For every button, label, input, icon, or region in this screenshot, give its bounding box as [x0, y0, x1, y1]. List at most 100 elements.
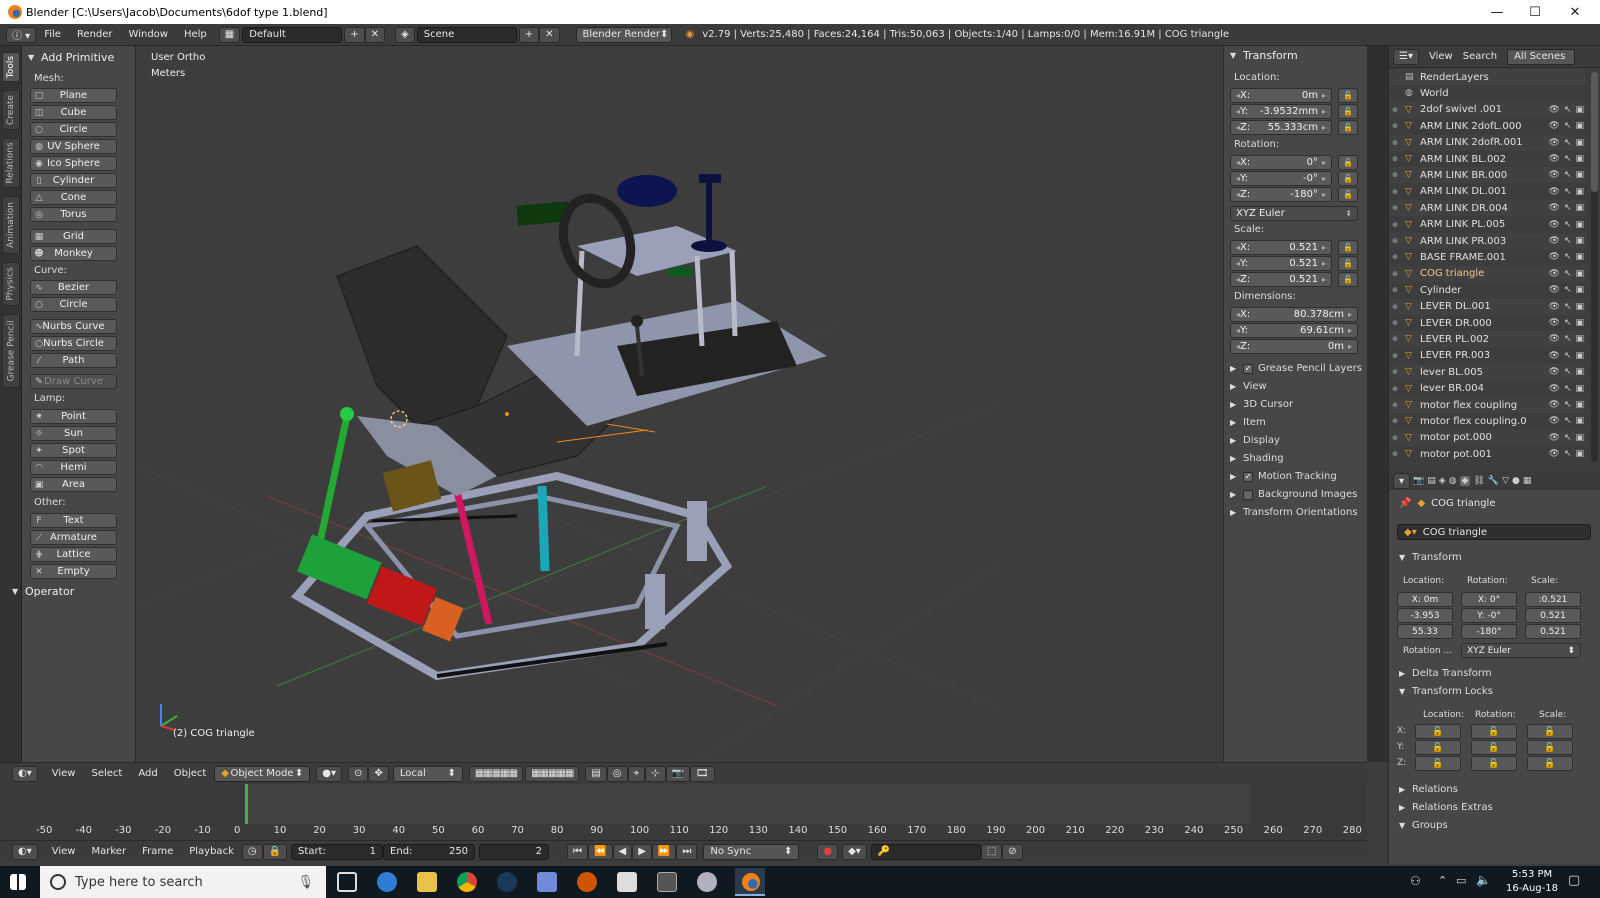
selectability-cursor-icon[interactable]: ↖ [1564, 449, 1572, 459]
add-ico-sphere-button[interactable]: ◉ Ico Sphere [30, 156, 117, 171]
editor-type-button[interactable]: ⓘ ▾ [6, 26, 37, 43]
add-nurbs-curve-button[interactable]: ∿ Nurbs Curve [30, 319, 117, 334]
render-camera-icon[interactable]: ▣ [1575, 400, 1584, 410]
visibility-eye-icon[interactable]: 👁 [1549, 187, 1560, 197]
viewport-object-menu[interactable]: Object [166, 768, 215, 779]
remove-scene-icon[interactable]: ✕ [539, 26, 560, 43]
timeline-frame-menu[interactable]: Frame [134, 846, 181, 857]
visibility-eye-icon[interactable]: 👁 [1549, 400, 1560, 410]
view-panel[interactable]: ▶ View [1230, 381, 1267, 392]
lock-loc-x-icon[interactable]: 🔓 [1415, 724, 1461, 739]
render-camera-icon[interactable]: ▣ [1575, 138, 1584, 148]
display-panel[interactable]: ▶ Display [1230, 435, 1280, 446]
edge-icon[interactable] [377, 872, 397, 892]
visibility-eye-icon[interactable]: 👁 [1549, 334, 1560, 344]
menu-help[interactable]: Help [176, 29, 215, 40]
expand-icon[interactable]: ⊕ [1389, 401, 1401, 409]
render-camera-icon[interactable]: ▣ [1575, 105, 1584, 115]
outliner-row[interactable]: ▤ RenderLayers [1389, 69, 1586, 85]
visibility-eye-icon[interactable]: 👁 [1549, 351, 1560, 361]
add-lattice-button[interactable]: ⋕ Lattice [30, 547, 117, 562]
add-curve-circle-button[interactable]: ○ Circle [30, 297, 117, 312]
discord-icon[interactable] [537, 872, 557, 892]
rotation-x-lock-icon[interactable]: 🔓 [1338, 155, 1358, 170]
add-uv-sphere-button[interactable]: ◍ UV Sphere [30, 139, 117, 154]
props-transform-header[interactable]: ▼ Transform [1399, 552, 1462, 563]
selectability-cursor-icon[interactable]: ↖ [1564, 416, 1572, 426]
add-cylinder-button[interactable]: ▯ Cylinder [30, 173, 117, 188]
outliner-row[interactable]: ⊕ ▽ ARM LINK 2dofR.001 👁 ↖ ▣ [1389, 134, 1586, 151]
task-view-icon[interactable] [337, 872, 357, 892]
render-camera-icon[interactable]: ▣ [1575, 318, 1584, 328]
render-camera-icon[interactable]: ▣ [1575, 449, 1584, 459]
render-camera-icon[interactable]: ▣ [1575, 236, 1584, 246]
background-images-checkbox[interactable] [1243, 489, 1253, 500]
world-tab-icon[interactable]: ◍ [1449, 476, 1457, 486]
visibility-eye-icon[interactable]: 👁 [1549, 138, 1560, 148]
start-frame-field[interactable]: Start: 1 [291, 843, 384, 860]
expand-icon[interactable]: ⊕ [1389, 352, 1401, 360]
draw-curve-button[interactable]: ✎ Draw Curve [30, 374, 117, 389]
outliner-row[interactable]: ⊕ ▽ ARM LINK BR.000 👁 ↖ ▣ [1389, 167, 1586, 184]
add-area-lamp-button[interactable]: ▣ Area [30, 477, 117, 492]
add-point-lamp-button[interactable]: ✷ Point [30, 409, 117, 424]
3d-viewport[interactable]: User Ortho Meters (2) COG triangle [137, 46, 1223, 762]
keying-set-icon[interactable]: ◆▾ [842, 843, 867, 860]
selectability-cursor-icon[interactable]: ↖ [1564, 220, 1572, 230]
expand-icon[interactable]: ⊕ [1389, 450, 1401, 458]
outliner-row[interactable]: ⊕ ▽ lever BL.005 👁 ↖ ▣ [1389, 364, 1586, 381]
render-camera-icon[interactable]: ▣ [1575, 367, 1584, 377]
add-armature-button[interactable]: ⟋ Armature [30, 530, 117, 545]
expand-icon[interactable]: ⊕ [1389, 122, 1401, 130]
selectability-cursor-icon[interactable]: ↖ [1564, 334, 1572, 344]
expand-icon[interactable]: ⊕ [1389, 139, 1401, 147]
selectability-cursor-icon[interactable]: ↖ [1564, 105, 1572, 115]
props-scale-x[interactable]: :0.521 [1525, 592, 1581, 607]
pivot-icon[interactable]: ⊙ [348, 765, 369, 782]
object-name-field[interactable]: ◆▾ COG triangle [1397, 524, 1591, 540]
add-sun-lamp-button[interactable]: ☼ Sun [30, 426, 117, 441]
lock-scale-z-icon[interactable]: 🔓 [1527, 756, 1573, 771]
layers-row-2[interactable]: ▦▦▦▦▦ [525, 765, 580, 782]
origin-icon[interactable] [577, 872, 597, 892]
layout-grid-icon[interactable]: ▦ [218, 26, 241, 43]
add-spot-lamp-button[interactable]: ✦ Spot [30, 443, 117, 458]
visibility-eye-icon[interactable]: 👁 [1549, 318, 1560, 328]
selectability-cursor-icon[interactable]: ↖ [1564, 302, 1572, 312]
visibility-eye-icon[interactable]: 👁 [1549, 433, 1560, 443]
rotation-y-field[interactable]: ◂ Y: -0° ▸ [1230, 171, 1332, 186]
snap-icon[interactable]: ⌖ [627, 765, 646, 782]
lock-scale-y-icon[interactable]: 🔓 [1527, 740, 1573, 755]
location-y-field[interactable]: ◂ Y: -3.9532mm ▸ [1230, 104, 1332, 119]
rotation-mode-select[interactable]: XYZ Euler ⬍ [1230, 206, 1358, 221]
timeline[interactable]: -50 -40 -30 -20 -10 0 10 20 30 40 50 60 70 80 90 100 110… [0, 784, 1367, 840]
file-explorer-icon[interactable] [417, 872, 437, 892]
scene-tab-icon[interactable]: ◈ [1439, 476, 1446, 486]
background-images-panel[interactable]: ▶ Background Images [1230, 489, 1357, 500]
add-primitive-header[interactable]: ▼ Add Primitive [22, 48, 114, 66]
outliner-row[interactable]: ⊕ ▽ LEVER DL.001 👁 ↖ ▣ [1389, 298, 1586, 315]
add-cube-button[interactable]: ◫ Cube [30, 105, 117, 120]
outliner-row[interactable]: ⊕ ▽ Cylinder 👁 ↖ ▣ [1389, 282, 1586, 298]
end-frame-field[interactable]: End: 250 [383, 843, 476, 860]
viewport-view-menu[interactable]: View [44, 768, 84, 779]
object-tab-icon[interactable]: ◆ [1459, 476, 1471, 486]
props-loc-z[interactable]: 55.33 [1397, 624, 1453, 639]
calculator-icon[interactable] [657, 872, 677, 892]
maximize-button[interactable]: ☐ [1516, 0, 1554, 24]
texture-tab-icon[interactable]: ▦ [1523, 476, 1532, 486]
selectability-cursor-icon[interactable]: ↖ [1564, 318, 1572, 328]
expand-icon[interactable]: ⊕ [1389, 221, 1401, 229]
operator-panel-header[interactable]: ▼ Operator [6, 582, 74, 600]
timeline-view-menu[interactable]: View [44, 846, 84, 857]
data-tab-icon[interactable]: ▽ [1502, 476, 1509, 486]
sync-mode-select[interactable]: No Sync ⬍ [703, 843, 800, 860]
scale-z-field[interactable]: ◂ Z: 0.521 ▸ [1230, 272, 1332, 287]
outliner-row[interactable]: ⊕ ▽ LEVER PR.003 👁 ↖ ▣ [1389, 348, 1586, 364]
constraints-tab-icon[interactable]: ⛓ [1473, 476, 1484, 486]
play-reverse-icon[interactable]: ◀ [612, 843, 633, 860]
props-scale-z[interactable]: 0.521 [1525, 624, 1581, 639]
outliner-row[interactable]: ⊕ ▽ ARM LINK PR.003 👁 ↖ ▣ [1389, 233, 1586, 249]
manipulator-icon[interactable]: ✥ [368, 765, 389, 782]
location-z-lock-icon[interactable]: 🔓 [1338, 120, 1358, 135]
